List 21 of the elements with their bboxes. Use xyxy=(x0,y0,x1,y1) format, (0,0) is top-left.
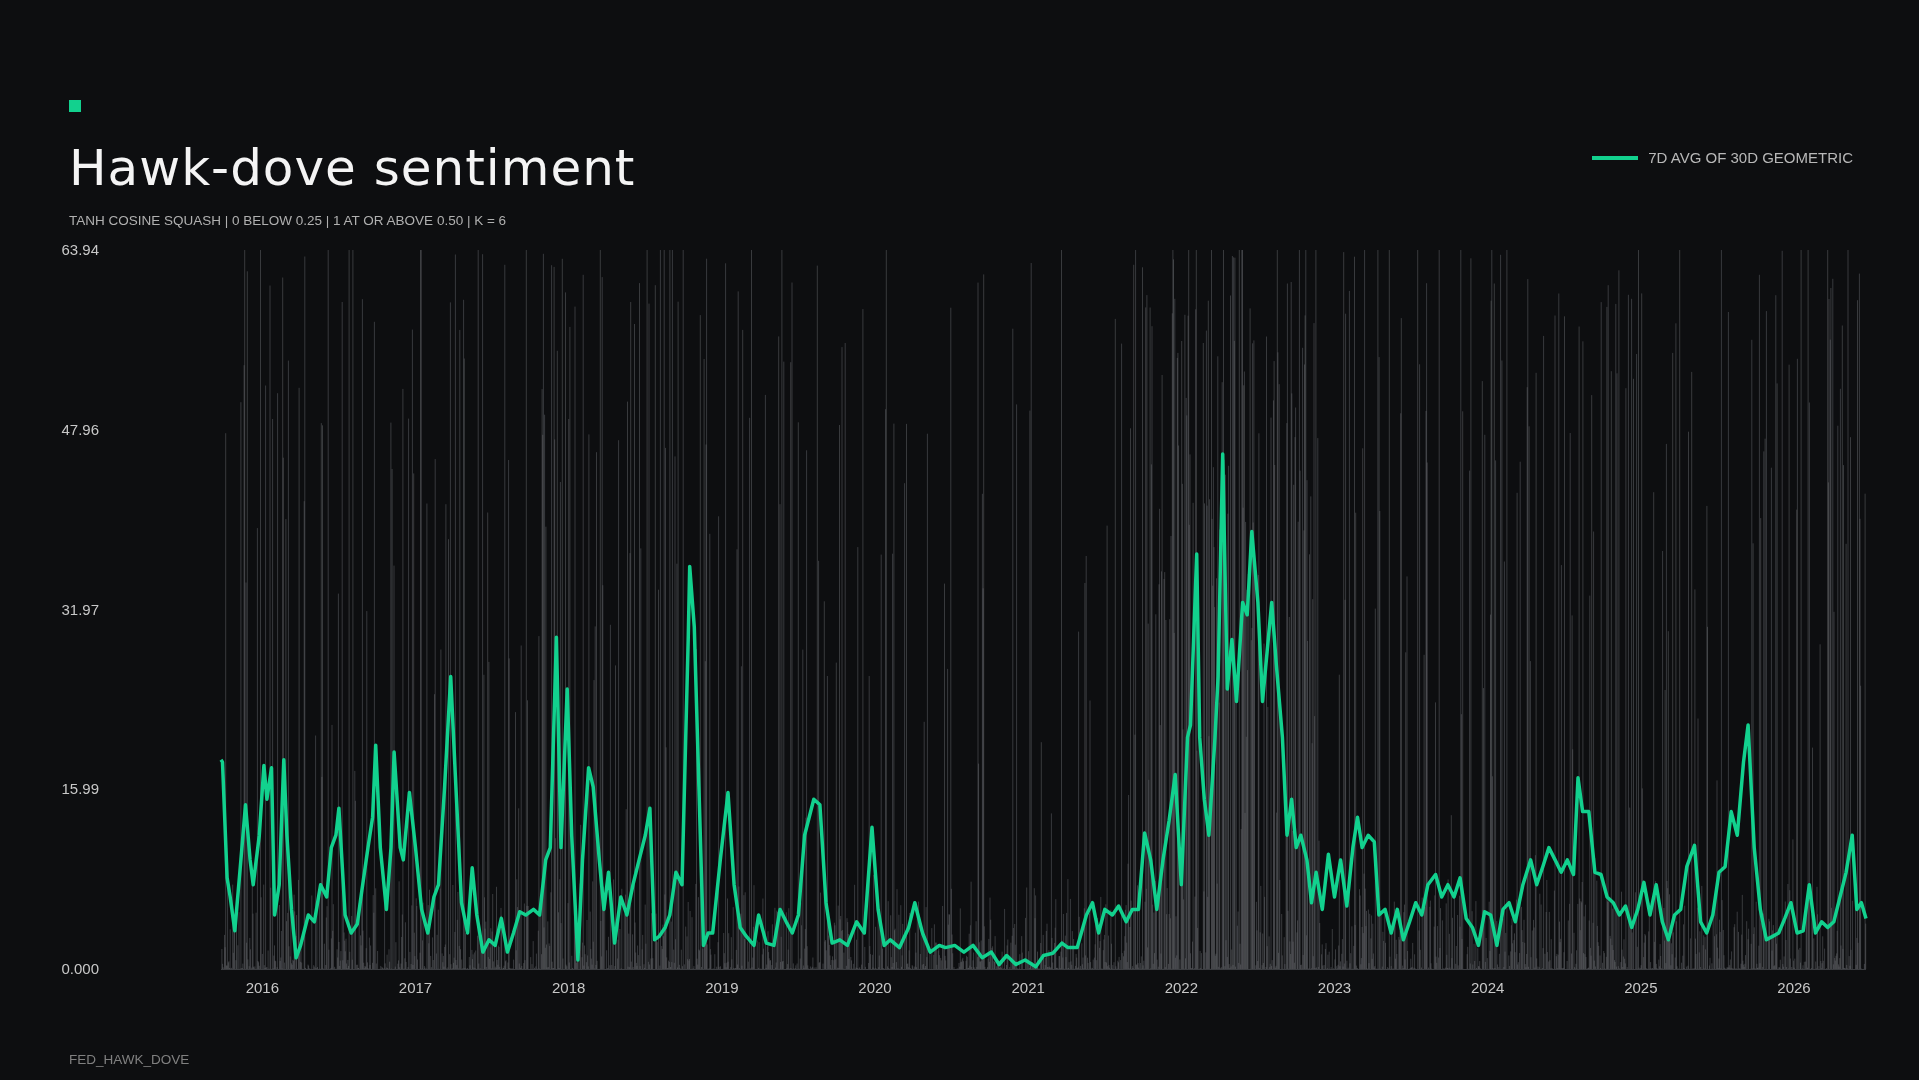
y-axis-label: 15.99 xyxy=(61,780,99,798)
x-axis-label: 2022 xyxy=(1164,979,1199,996)
x-axis-label: 2020 xyxy=(858,979,892,996)
x-axis-label: 2018 xyxy=(552,979,586,996)
y-axis-label: 0.000 xyxy=(61,960,99,977)
chart-subtitle: TANH COSINE SQUASH | 0 BELOW 0.25 | 1 AT OR ABOVE 0.50 | K = 6 xyxy=(69,212,508,230)
accent-marker xyxy=(69,100,81,112)
x-axis-label: 2021 xyxy=(1011,979,1045,996)
x-axis-label: 2017 xyxy=(398,979,433,996)
x-axis-label: 2026 xyxy=(1777,979,1811,996)
x-axis-label: 2024 xyxy=(1471,979,1505,996)
y-axis-label: 63.94 xyxy=(61,241,99,258)
x-axis-label: 2023 xyxy=(1317,979,1352,996)
y-axis-label: 31.97 xyxy=(61,600,99,618)
chart-title: Hawk-dove sentiment xyxy=(69,138,636,198)
legend-label: 7D AVG OF 30D GEOMETRIC xyxy=(1648,148,1853,168)
x-axis-label: 2016 xyxy=(245,979,280,996)
x-axis-label: 2019 xyxy=(705,979,739,996)
y-axis-label: 47.96 xyxy=(61,420,99,438)
source-label: FED_HAWK_DOVE xyxy=(68,1051,191,1069)
x-axis-label: 2025 xyxy=(1624,979,1658,996)
